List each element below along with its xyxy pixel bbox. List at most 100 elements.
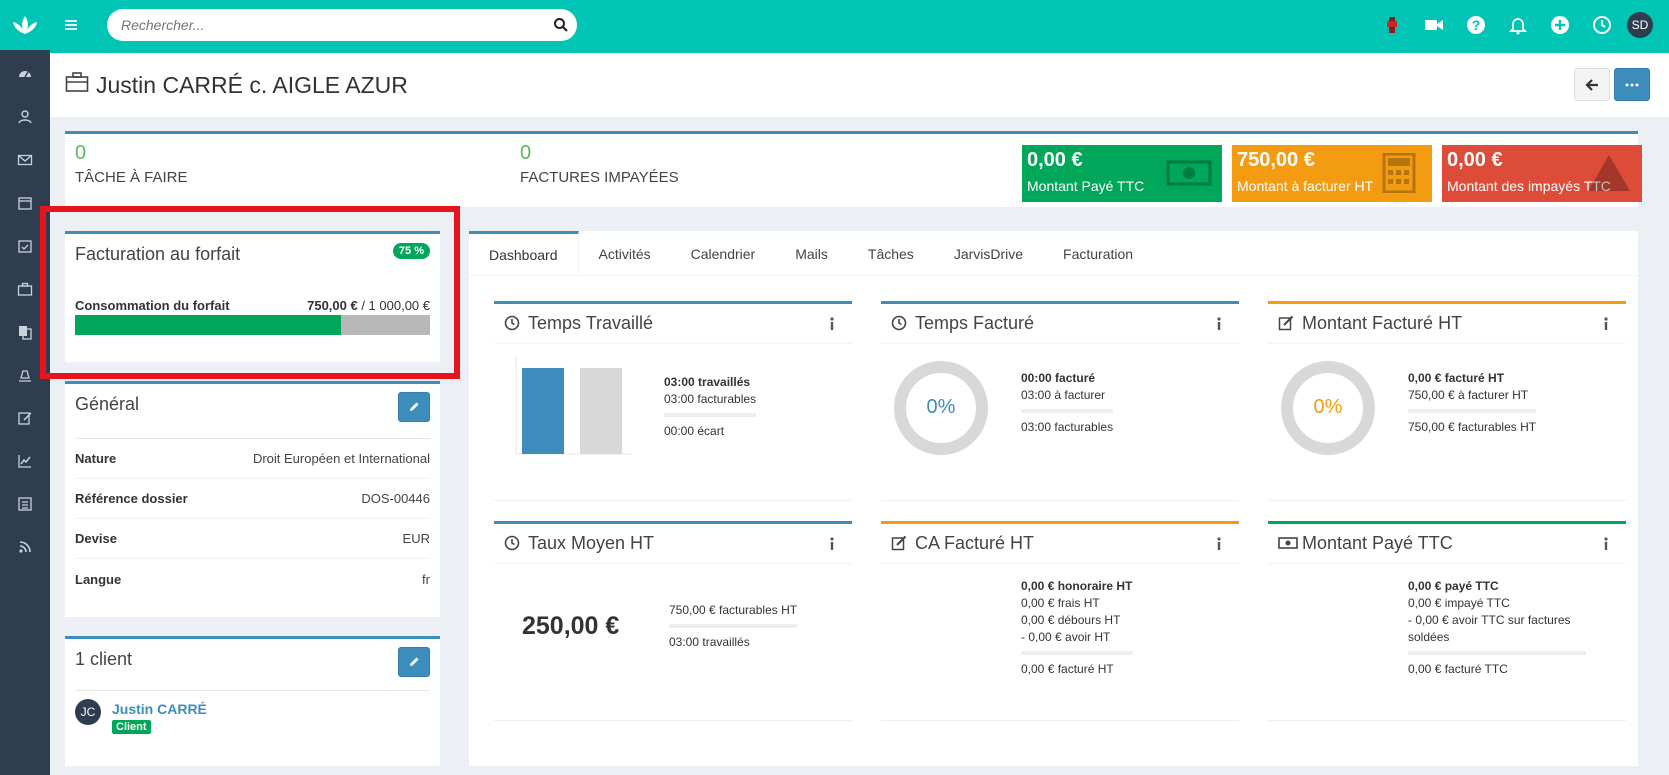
card-header: Temps Facturé (881, 304, 1239, 344)
files-icon (19, 325, 32, 340)
stat-separator (1408, 651, 1586, 655)
rail-dashboard[interactable] (0, 52, 50, 95)
info-icon[interactable] (1600, 316, 1612, 332)
rail-mail[interactable] (0, 138, 50, 181)
kpi-paid-ttc[interactable]: 0,00 € Montant Payé TTC (1022, 145, 1222, 202)
left-rail (0, 0, 50, 775)
row-key: Langue (75, 571, 122, 587)
client-name-link[interactable]: Justin CARRÉ (112, 701, 207, 717)
rail-lists[interactable] (0, 482, 50, 525)
info-icon[interactable] (1213, 536, 1225, 552)
video-call-button[interactable] (1413, 0, 1455, 50)
rail-feeds[interactable] (0, 525, 50, 568)
row-value: DOS-00446 (361, 491, 430, 506)
tasks-label: TÂCHE À FAIRE (75, 169, 188, 186)
stat-line: 03:00 travaillés (669, 635, 750, 649)
clients-title: 1 client (75, 649, 133, 669)
stat-line: 00:00 écart (664, 424, 725, 438)
banknote-icon (1278, 537, 1298, 549)
calendar-icon (18, 196, 32, 210)
client-avatar: JC (75, 699, 101, 725)
add-button[interactable] (1539, 0, 1581, 50)
video-camera-icon (1425, 20, 1443, 30)
card-header: Montant Payé TTC (1268, 524, 1626, 564)
stat-line: - 0,00 € avoir HT (1021, 630, 1111, 644)
app-logo[interactable] (0, 0, 50, 50)
help-button[interactable]: ? (1455, 0, 1497, 50)
stat-line: 03:00 facturables (664, 392, 757, 406)
card-header: Taux Moyen HT (494, 524, 852, 564)
stat-line: - 0,00 € avoir TTC sur factures soldées (1408, 613, 1571, 644)
tab-dashboard[interactable]: Dashboard (469, 231, 579, 276)
search-input[interactable] (107, 9, 527, 41)
page-title: Justin CARRÉ c. AIGLE AZUR (96, 72, 408, 98)
user-avatar[interactable]: SD (1627, 12, 1653, 38)
line-chart-icon (18, 454, 31, 468)
calendar-check-icon (18, 239, 32, 253)
more-options-button[interactable] (1614, 68, 1650, 101)
info-icon[interactable] (826, 536, 838, 552)
tab-calendrier[interactable]: Calendrier (671, 231, 776, 276)
rss-icon (19, 540, 31, 553)
worked-time-bar-chart (515, 356, 632, 455)
edit-general-button[interactable] (398, 392, 430, 422)
list-icon (18, 496, 32, 511)
card-title: Montant Facturé HT (1302, 313, 1463, 333)
clock-icon (504, 535, 520, 551)
timer-button[interactable] (1581, 0, 1623, 50)
card-title: Montant Payé TTC (1302, 533, 1453, 553)
general-box: Général Nature Droit Européen et Internat… (65, 381, 440, 617)
highlight-frame (40, 206, 460, 379)
bar-billable (580, 368, 622, 454)
jarvis-robot-button[interactable] (1371, 0, 1413, 50)
clients-box: 1 client JC Justin CARRÉ Client (65, 636, 440, 766)
unpaid-invoices-stat[interactable]: 0 FACTURES IMPAYÉES (520, 142, 679, 186)
info-icon[interactable] (1600, 536, 1612, 552)
general-row-nature: Nature Droit Européen et International (75, 439, 430, 479)
row-value: Droit Européen et International (252, 451, 430, 466)
info-icon[interactable] (826, 316, 838, 332)
row-value: fr (422, 571, 430, 587)
tab-mails[interactable]: Mails (775, 231, 848, 276)
search-icon[interactable] (553, 17, 569, 33)
stat-line: 03:00 facturables (1021, 420, 1114, 434)
lotus-logo-icon (13, 16, 37, 34)
back-button[interactable] (1574, 68, 1610, 101)
bell-icon (1508, 18, 1528, 35)
card-title: Temps Travaillé (528, 313, 654, 333)
row-key: Devise (75, 531, 117, 546)
general-row-language: Langue fr (75, 559, 430, 599)
rail-notes[interactable] (0, 396, 50, 439)
tab-activites[interactable]: Activités (579, 231, 671, 276)
stat-line: 03:00 travaillés (664, 375, 751, 389)
summary-box: 0 TÂCHE À FAIRE 0 FACTURES IMPAYÉES 0,00… (65, 131, 1642, 207)
card-montant-paye: Montant Payé TTC 0,00 € payé TTC 0,00 € … (1268, 521, 1626, 721)
stat-line: 03:00 à facturer (1021, 388, 1106, 402)
stat-line: 0,00 € frais HT (1021, 596, 1100, 610)
tab-facturation[interactable]: Facturation (1043, 231, 1153, 276)
hamburger-menu-icon[interactable] (63, 17, 81, 33)
rail-stats[interactable] (0, 439, 50, 482)
kpi-to-bill-ht[interactable]: 750,00 € Montant à facturer HT (1232, 145, 1432, 202)
bar-worked (522, 368, 564, 454)
stat-line: 0,00 € payé TTC (1408, 579, 1499, 593)
kpi-unpaid-ttc[interactable]: 0,00 € Montant des impayés TTC (1442, 145, 1642, 202)
top-bar: ? SD (50, 0, 1669, 53)
unpaid-invoices-count: 0 (520, 142, 532, 164)
stat-line: 0,00 € facturé HT (1408, 371, 1505, 385)
notifications-button[interactable] (1497, 0, 1539, 50)
tab-jarvisdrive[interactable]: JarvisDrive (934, 231, 1043, 276)
tabs-panel: Dashboard Activités Calendrier Mails Tâc… (469, 231, 1638, 766)
stat-line: 750,00 € facturables HT (669, 603, 798, 617)
rail-contacts[interactable] (0, 95, 50, 138)
card-stats: 0,00 € payé TTC 0,00 € impayé TTC - 0,00… (1408, 578, 1588, 678)
gavel-icon (19, 369, 31, 382)
svg-text:?: ? (1472, 17, 1481, 33)
edit-clients-button[interactable] (398, 647, 430, 677)
info-icon[interactable] (1213, 316, 1225, 332)
arrow-left-icon (1585, 78, 1598, 91)
warning-icon (1588, 155, 1630, 191)
tab-taches[interactable]: Tâches (848, 231, 934, 276)
tasks-stat[interactable]: 0 TÂCHE À FAIRE (75, 142, 188, 186)
stat-line: 0,00 € facturé HT (1021, 662, 1114, 676)
